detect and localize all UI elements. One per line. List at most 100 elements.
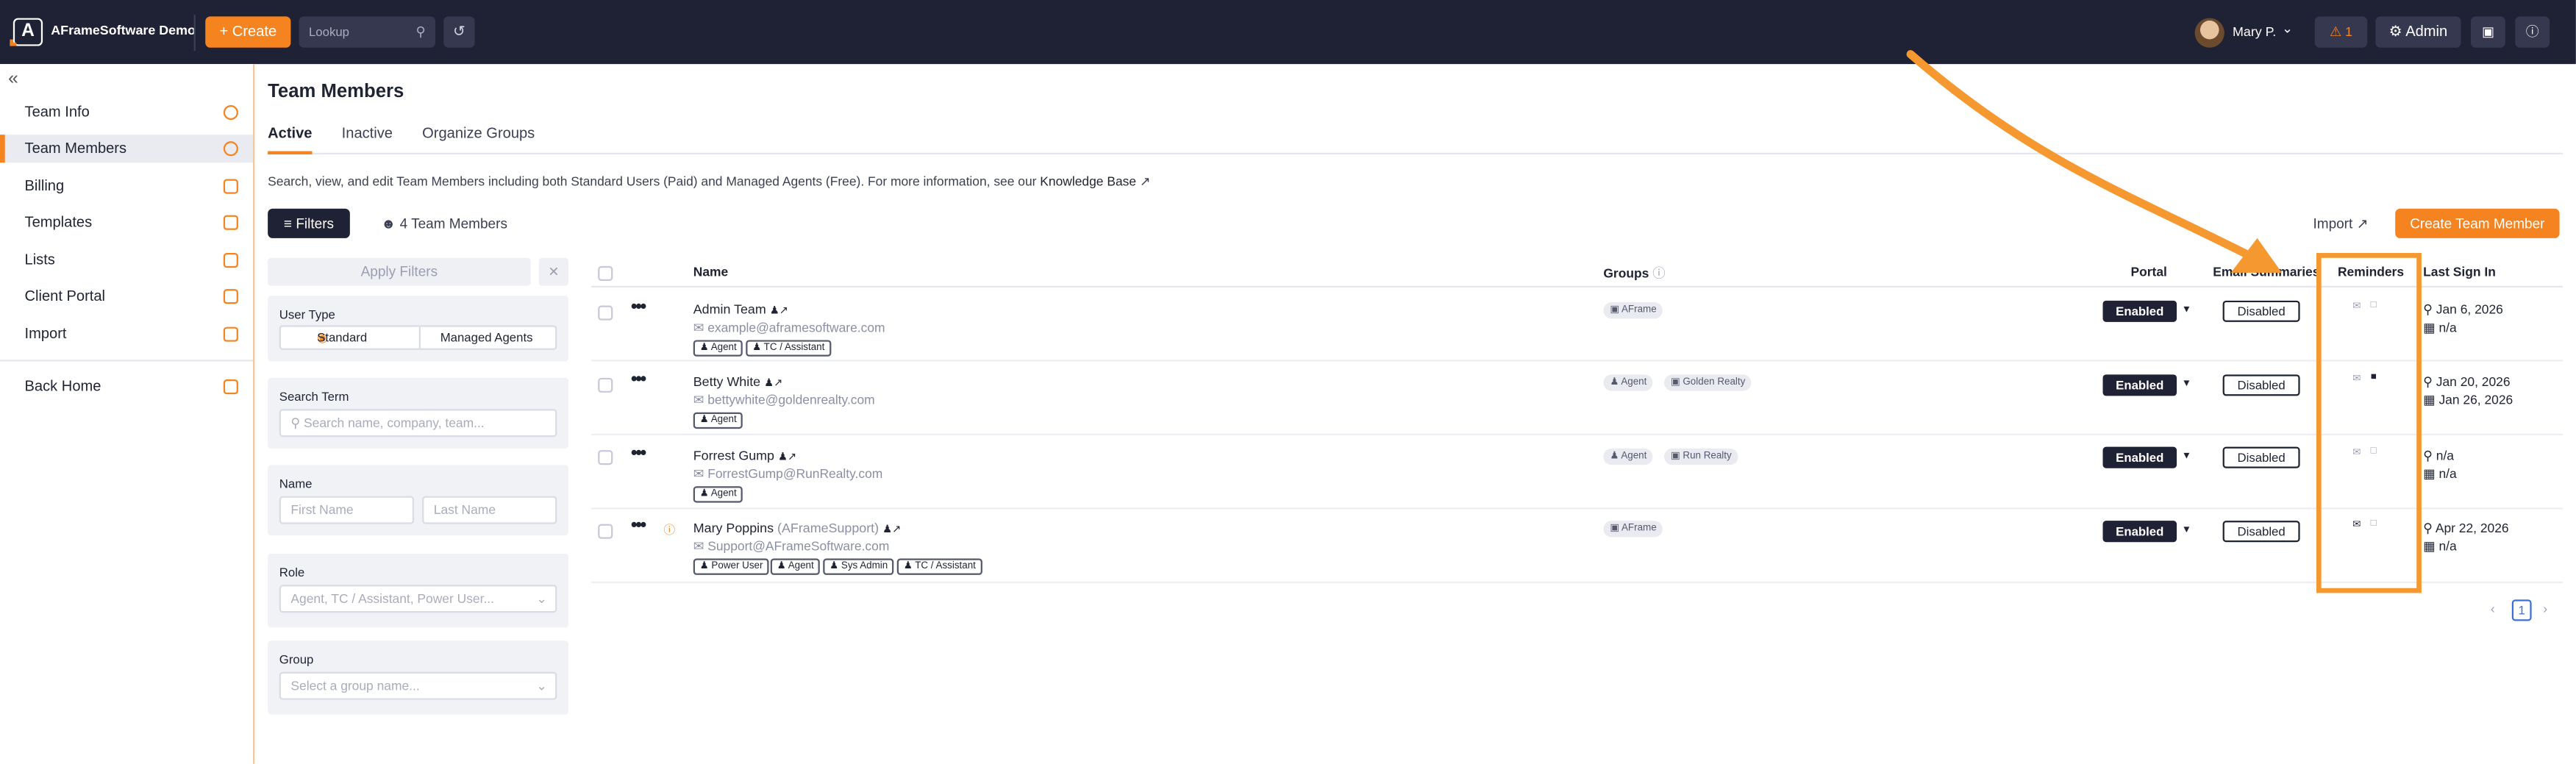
row-checkbox[interactable] [598, 305, 613, 321]
select-all-checkbox[interactable] [598, 265, 613, 282]
create-team-member-button[interactable]: Create Team Member [2395, 208, 2560, 238]
clear-filters-button[interactable]: ✕ [538, 257, 568, 286]
last-name-input[interactable]: Last Name [422, 496, 557, 524]
last-sign-in-web: ⚲ Jan 20, 2026 [2423, 374, 2510, 389]
row-actions-menu[interactable]: ••• [631, 297, 646, 317]
sidebar-item-team-info[interactable]: Team Info [0, 99, 253, 126]
caret-down-icon[interactable]: ▼ [2182, 526, 2191, 535]
column-portal[interactable]: Portal [2130, 265, 2166, 279]
sidebar-item-team-members[interactable]: Team Members [0, 135, 254, 163]
role-chip: ♟ Agent [693, 412, 743, 429]
apply-filters-button[interactable]: Apply Filters [268, 257, 531, 286]
email-reminder-icon[interactable]: ✉ [2352, 519, 2361, 530]
email-reminder-icon[interactable]: ✉ [2352, 373, 2361, 384]
row-actions-menu[interactable]: ••• [631, 443, 646, 463]
key-icon: ⚲ [2423, 448, 2433, 463]
lookup-input[interactable]: Lookup ⚲ [299, 16, 436, 48]
page-number-button[interactable]: 1 [2511, 599, 2532, 621]
group-chip-label: AFrame [1621, 305, 1657, 315]
role-chip-label: Sys Admin [841, 562, 888, 572]
role-select[interactable]: Agent, TC / Assistant, Power User... ⌄ [279, 585, 557, 613]
notifications-button[interactable]: ⚠ 1 [2314, 16, 2368, 48]
gift-icon[interactable]: ▣ [2470, 16, 2505, 48]
knowledge-base-link[interactable]: Knowledge Base [1040, 174, 1136, 189]
avatar[interactable] [2194, 18, 2224, 48]
email-reminder-icon[interactable]: ✉ [2352, 447, 2361, 458]
portal-status-button[interactable]: Enabled [2102, 521, 2177, 543]
collapse-sidebar-icon[interactable]: « [8, 69, 18, 89]
caret-down-icon[interactable]: ▼ [2182, 451, 2191, 461]
sms-reminder-icon[interactable]: □ [2371, 301, 2377, 310]
sidebar-item-back-home[interactable]: Back Home [0, 373, 253, 401]
group-chip: ♟ Agent [1603, 448, 1654, 465]
column-email-summaries[interactable]: Email Summaries [2213, 265, 2319, 279]
member-count-text: 4 Team Members [399, 215, 507, 232]
user-type-toggle[interactable]: ◉ Standard Managed Agents [279, 325, 557, 350]
next-page-button[interactable]: › [2543, 601, 2547, 616]
email-summaries-button[interactable]: Disabled [2222, 300, 2300, 322]
member-name[interactable]: Admin Team ♟↗ [693, 302, 788, 317]
column-last-sign-in[interactable]: Last Sign In [2423, 265, 2496, 279]
sms-reminder-icon[interactable]: □ [2371, 519, 2377, 529]
mail-icon: ✉ [693, 538, 704, 554]
role-chip-label: Power User [711, 562, 763, 572]
logo-icon[interactable]: A [13, 18, 43, 46]
profile-link-icon[interactable]: ♟↗ [770, 306, 788, 318]
group-select[interactable]: Select a group name... ⌄ [279, 671, 557, 700]
email-reminder-icon[interactable]: ✉ [2352, 301, 2361, 312]
sidebar-item-lists[interactable]: Lists [0, 246, 253, 274]
column-reminders[interactable]: Reminders [2338, 265, 2404, 279]
member-name[interactable]: Forrest Gump ♟↗ [693, 449, 796, 463]
document-icon [223, 215, 238, 230]
portal-status-button[interactable]: Enabled [2102, 446, 2177, 468]
sidebar-item-import[interactable]: Import [0, 321, 253, 349]
filters-button[interactable]: ≡ Filters [268, 208, 350, 238]
row-actions-menu[interactable]: ••• [631, 370, 646, 390]
user-type-managed-agents[interactable]: Managed Agents [440, 327, 533, 349]
import-link[interactable]: Import ↗ [2313, 215, 2368, 234]
brand-name: AFrameSoftware Demo [51, 23, 196, 38]
admin-button[interactable]: ⚙ Admin [2375, 16, 2461, 48]
user-name[interactable]: Mary P. [2233, 25, 2276, 40]
first-name-input[interactable]: First Name [279, 496, 414, 524]
top-bar: A AFrameSoftware Demo + Create Lookup ⚲ ↺… [0, 0, 2576, 65]
sign-in-date: n/a [2438, 538, 2457, 554]
history-icon[interactable]: ↺ [443, 16, 475, 48]
member-name[interactable]: Betty White ♟↗ [693, 374, 783, 389]
tab-active[interactable]: Active [268, 125, 312, 141]
help-icon[interactable]: ⓘ [2515, 16, 2550, 48]
create-button[interactable]: + Create [205, 16, 291, 48]
email-summaries-button[interactable]: Disabled [2222, 521, 2300, 543]
prev-page-button[interactable]: ‹ [2491, 601, 2495, 616]
email-summaries-button[interactable]: Disabled [2222, 446, 2300, 468]
chevron-down-icon[interactable]: ⌄ [2282, 21, 2293, 36]
portal-status-button[interactable]: Enabled [2102, 374, 2177, 396]
caret-down-icon[interactable]: ▼ [2182, 379, 2191, 389]
member-name[interactable]: Mary Poppins (AFrameSupport) ♟↗ [693, 521, 902, 535]
profile-link-icon[interactable]: ♟↗ [882, 524, 901, 536]
row-checkbox[interactable] [598, 450, 613, 465]
role-chip-label: Agent [710, 415, 737, 426]
sidebar-item-billing[interactable]: Billing [0, 173, 253, 201]
profile-link-icon[interactable]: ♟↗ [778, 451, 796, 463]
tab-organize-groups[interactable]: Organize Groups [422, 125, 535, 141]
tab-inactive[interactable]: Inactive [342, 125, 393, 141]
email-summaries-button[interactable]: Disabled [2222, 374, 2300, 396]
divider [193, 15, 196, 51]
caret-down-icon[interactable]: ▼ [2182, 306, 2191, 315]
sidebar-item-templates[interactable]: Templates [0, 209, 253, 237]
portal-status-button[interactable]: Enabled [2102, 300, 2177, 322]
profile-link-icon[interactable]: ♟↗ [764, 378, 782, 390]
column-groups[interactable]: Groups ⓘ [1603, 265, 1665, 283]
sidebar-item-label: Team Members [24, 139, 127, 157]
sms-reminder-icon[interactable]: □ [2371, 447, 2377, 457]
row-checkbox[interactable] [598, 377, 613, 393]
row-actions-menu[interactable]: ••• [631, 515, 646, 535]
sms-reminder-icon[interactable]: ■ [2371, 373, 2377, 382]
last-sign-in-web: ⚲ Apr 22, 2026 [2423, 521, 2508, 535]
row-checkbox[interactable] [598, 524, 613, 539]
column-name[interactable]: Name [693, 265, 728, 279]
group-chip-label: Agent [1621, 451, 1647, 462]
sidebar-item-client-portal[interactable]: Client Portal [0, 282, 253, 310]
search-term-input[interactable]: ⚲ Search name, company, team... [279, 409, 557, 438]
